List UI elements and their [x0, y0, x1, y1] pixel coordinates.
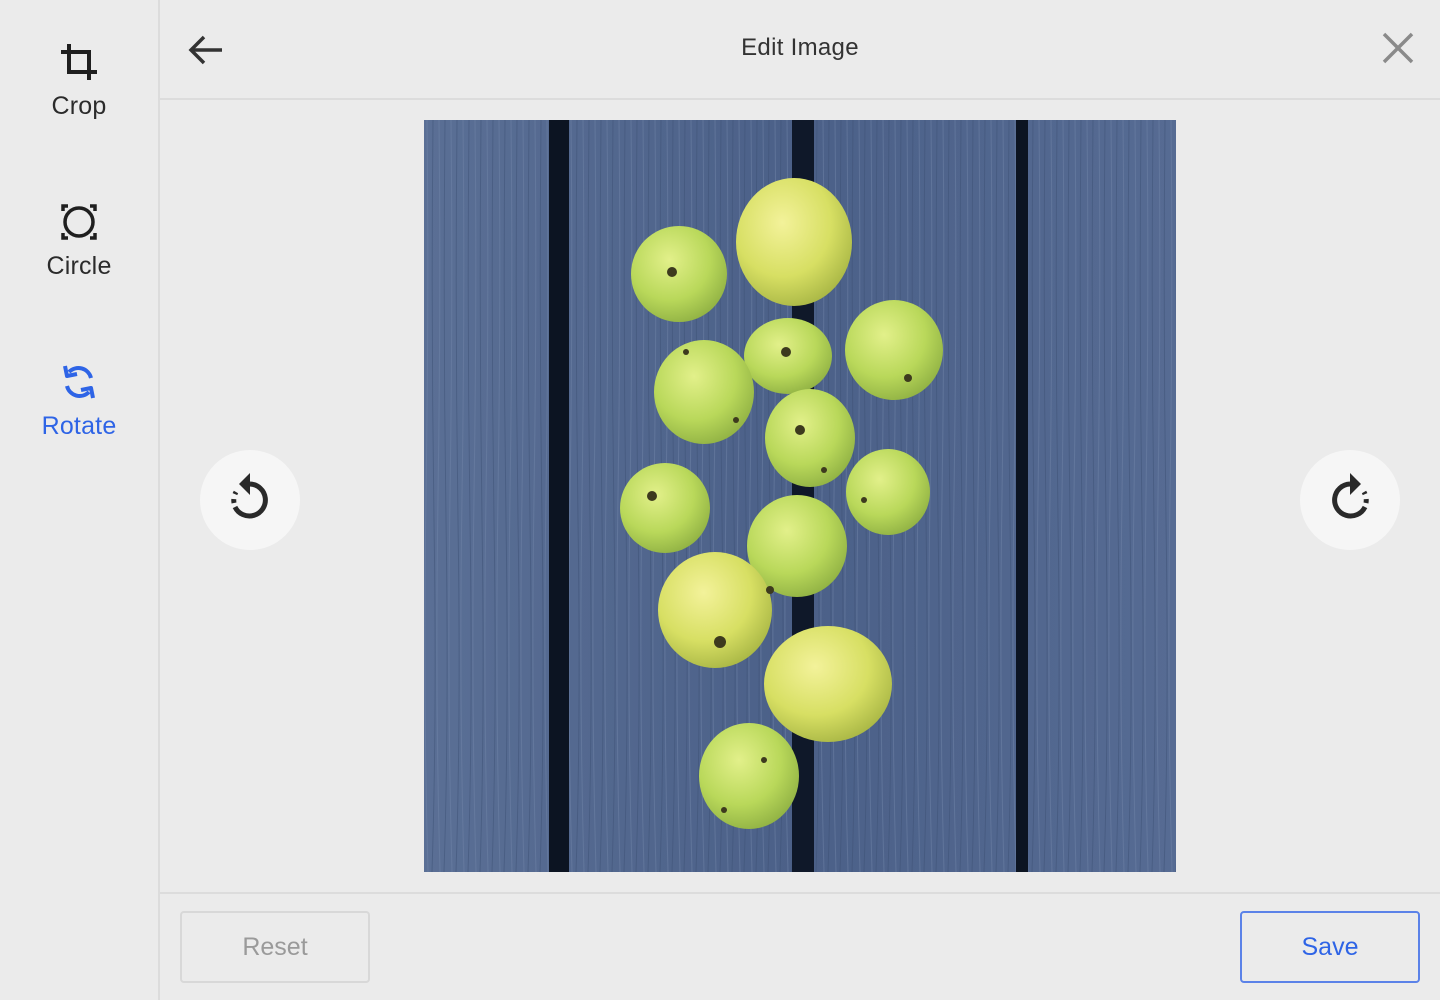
apples-photo — [424, 120, 1176, 872]
rotate-left-button[interactable] — [200, 450, 300, 550]
reset-button[interactable]: Reset — [180, 911, 370, 983]
crop-icon — [61, 44, 97, 80]
sidebar-item-label: Crop — [51, 92, 107, 120]
close-button[interactable] — [1376, 26, 1420, 70]
edited-photo — [424, 120, 1176, 872]
rotate-counterclockwise-icon — [231, 473, 268, 519]
image-canvas — [160, 100, 1440, 892]
editor-header: Edit Image — [160, 0, 1440, 100]
tool-sidebar: Crop Circle Rotate — [0, 0, 160, 1000]
rotate-icon — [63, 365, 95, 399]
close-icon — [1382, 32, 1414, 64]
image-editor-window: Crop Circle Rotate Edit Image Reset Save — [0, 0, 1440, 1000]
sidebar-item-crop[interactable]: Crop — [0, 38, 158, 158]
rotate-right-button[interactable] — [1300, 450, 1400, 550]
sidebar-item-label: Circle — [46, 252, 112, 280]
save-button[interactable]: Save — [1240, 911, 1420, 983]
editor-footer: Reset Save — [160, 892, 1440, 1000]
rotate-clockwise-icon — [1332, 473, 1369, 519]
sidebar-item-rotate[interactable]: Rotate — [0, 358, 158, 478]
sidebar-item-circle[interactable]: Circle — [0, 198, 158, 318]
sidebar-item-label: Rotate — [41, 412, 117, 440]
circle-icon — [61, 204, 97, 240]
page-title: Edit Image — [741, 34, 859, 61]
